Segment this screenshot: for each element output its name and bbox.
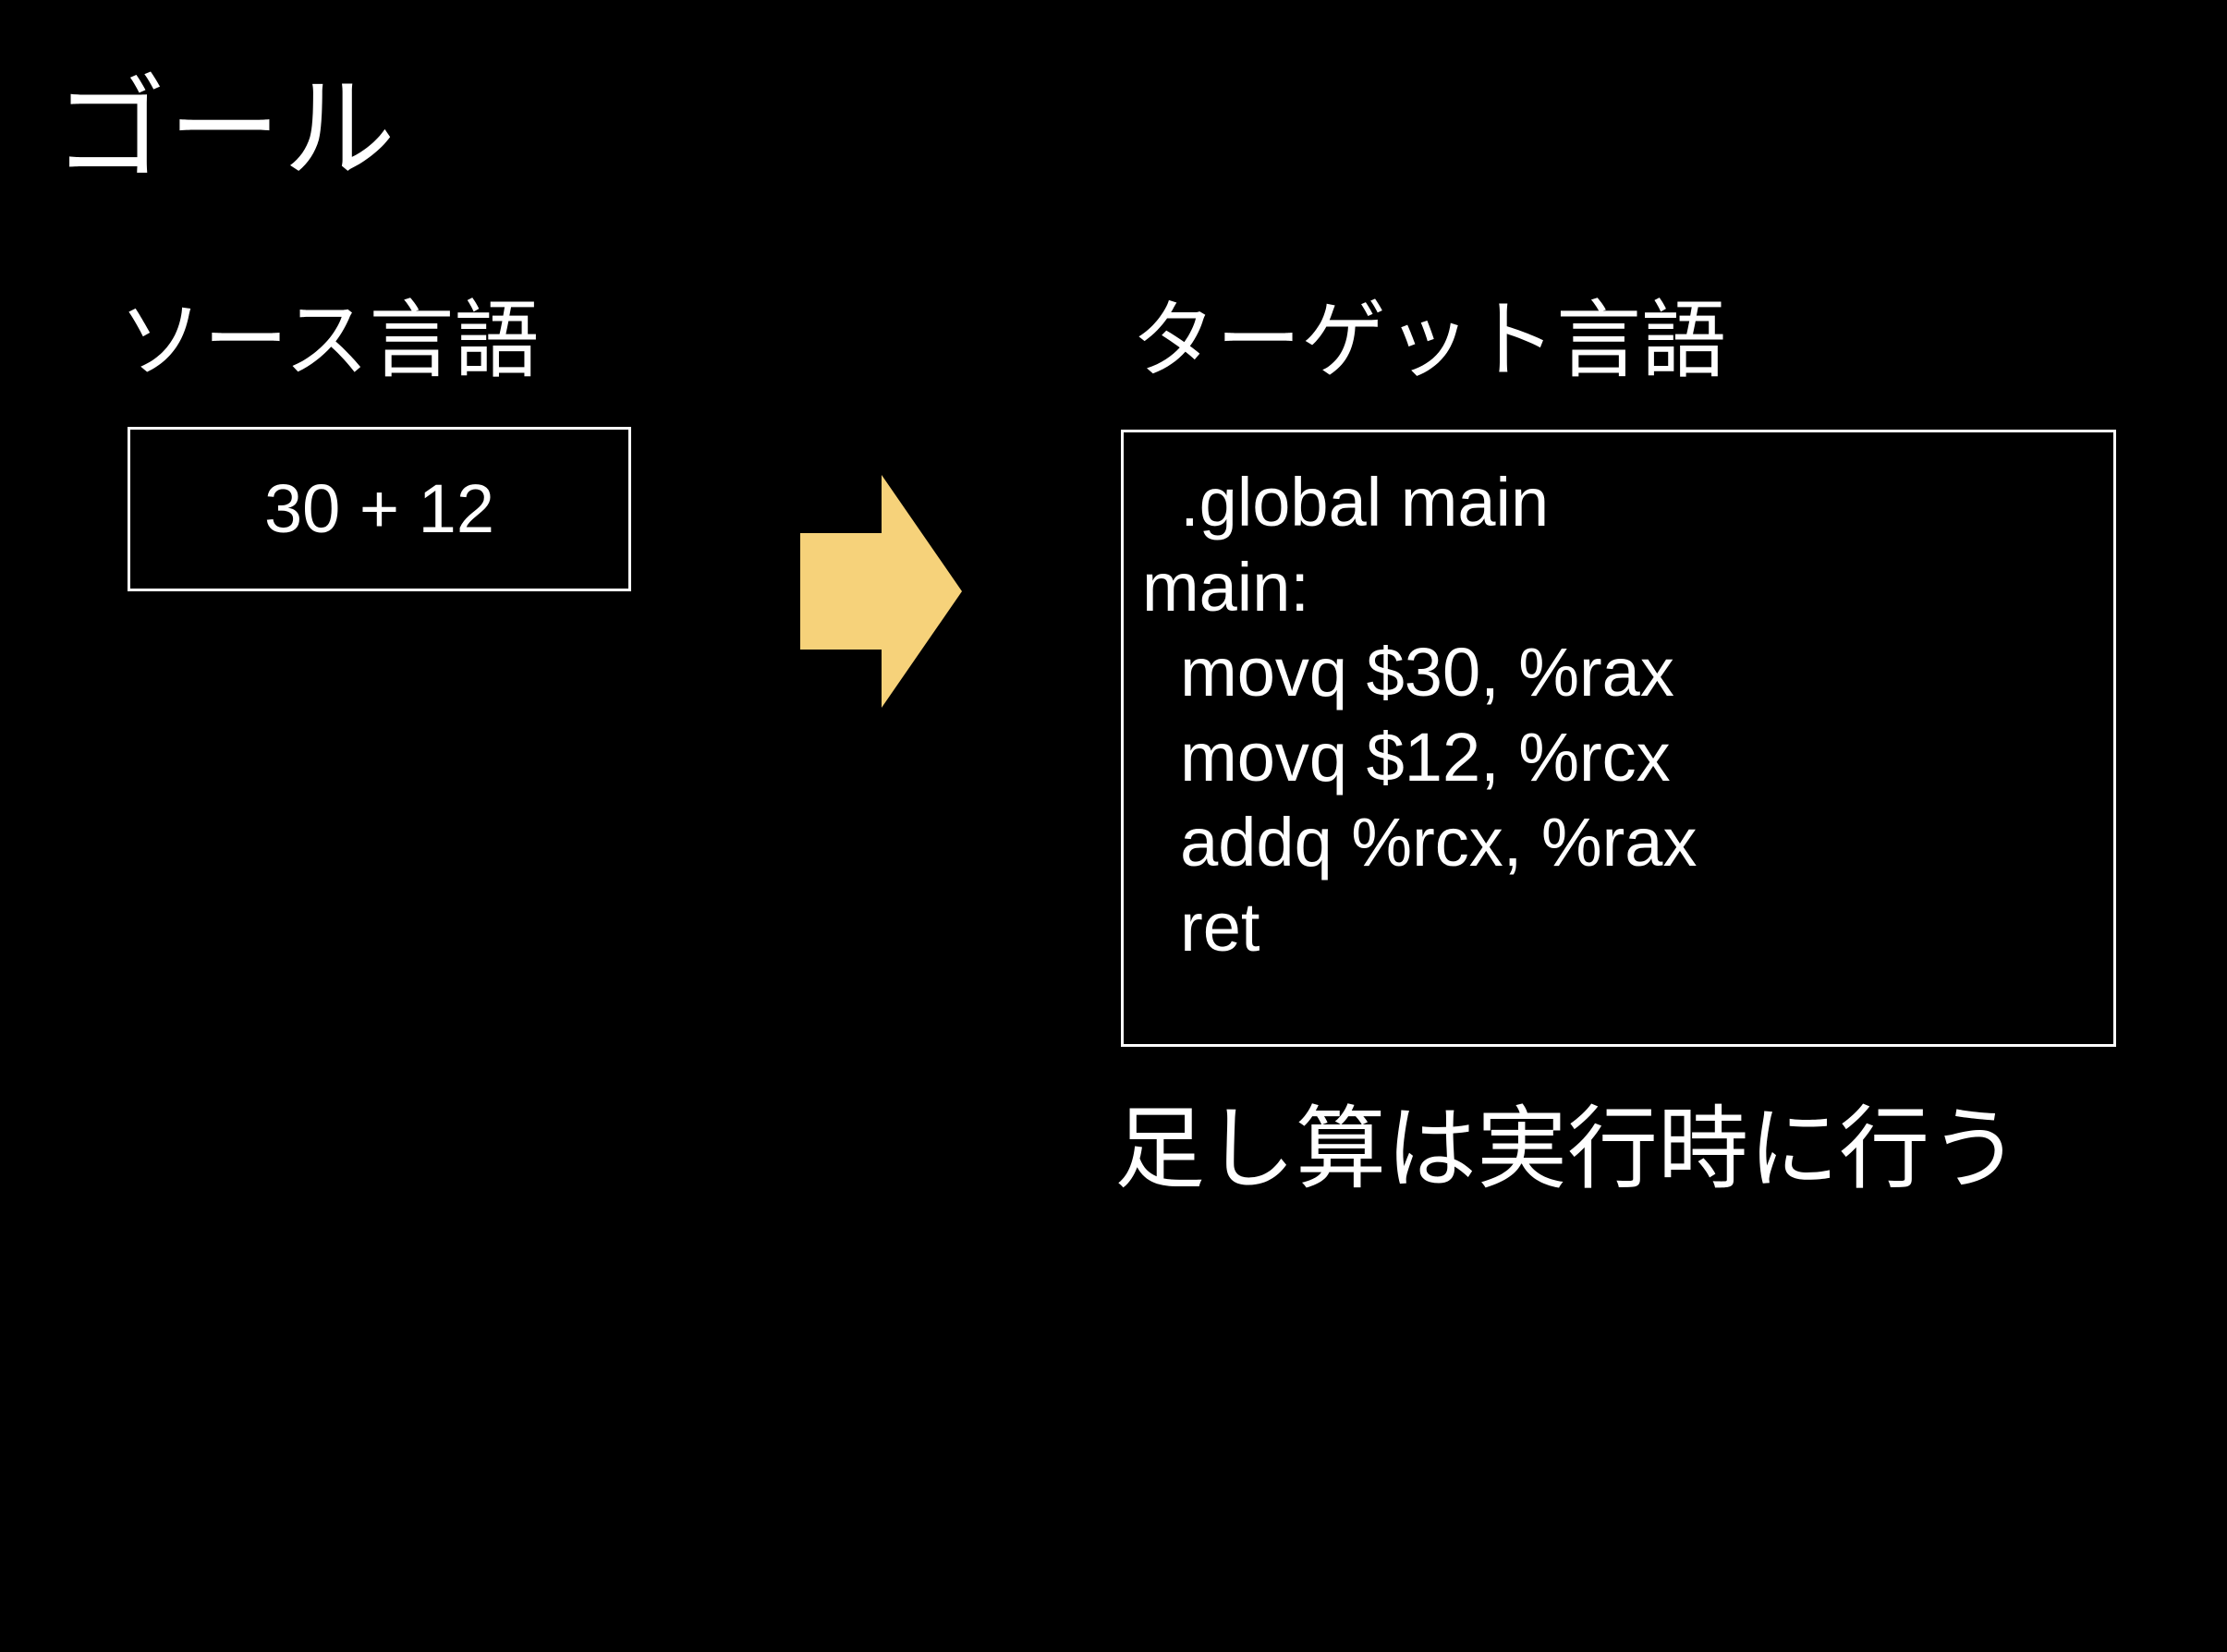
code-line: movq $30, %rax (1142, 634, 1674, 711)
target-language-heading: ターゲット言語 (1131, 291, 1727, 390)
right-arrow-icon (800, 475, 962, 708)
slide: ゴール ソース言語 30 + 12 ターゲット言語 .global main m… (0, 0, 2227, 1652)
source-code-box: 30 + 12 (128, 427, 631, 591)
assembly-code-listing: .global main main: movq $30, %rax movq $… (1142, 460, 1697, 970)
footer-note: 足し算は実行時に行う (1114, 1097, 2021, 1202)
arrow-shape (800, 475, 962, 708)
code-line: main: (1142, 549, 1309, 626)
code-line: .global main (1142, 464, 1550, 541)
source-language-heading: ソース言語 (118, 291, 540, 390)
target-code-box: .global main main: movq $30, %rax movq $… (1121, 430, 2116, 1047)
code-line: movq $12, %rcx (1142, 719, 1671, 796)
source-code-text: 30 + 12 (264, 470, 494, 547)
code-line: addq %rcx, %rax (1142, 804, 1698, 881)
slide-title: ゴール (54, 64, 397, 195)
code-line: ret (1142, 889, 1260, 966)
